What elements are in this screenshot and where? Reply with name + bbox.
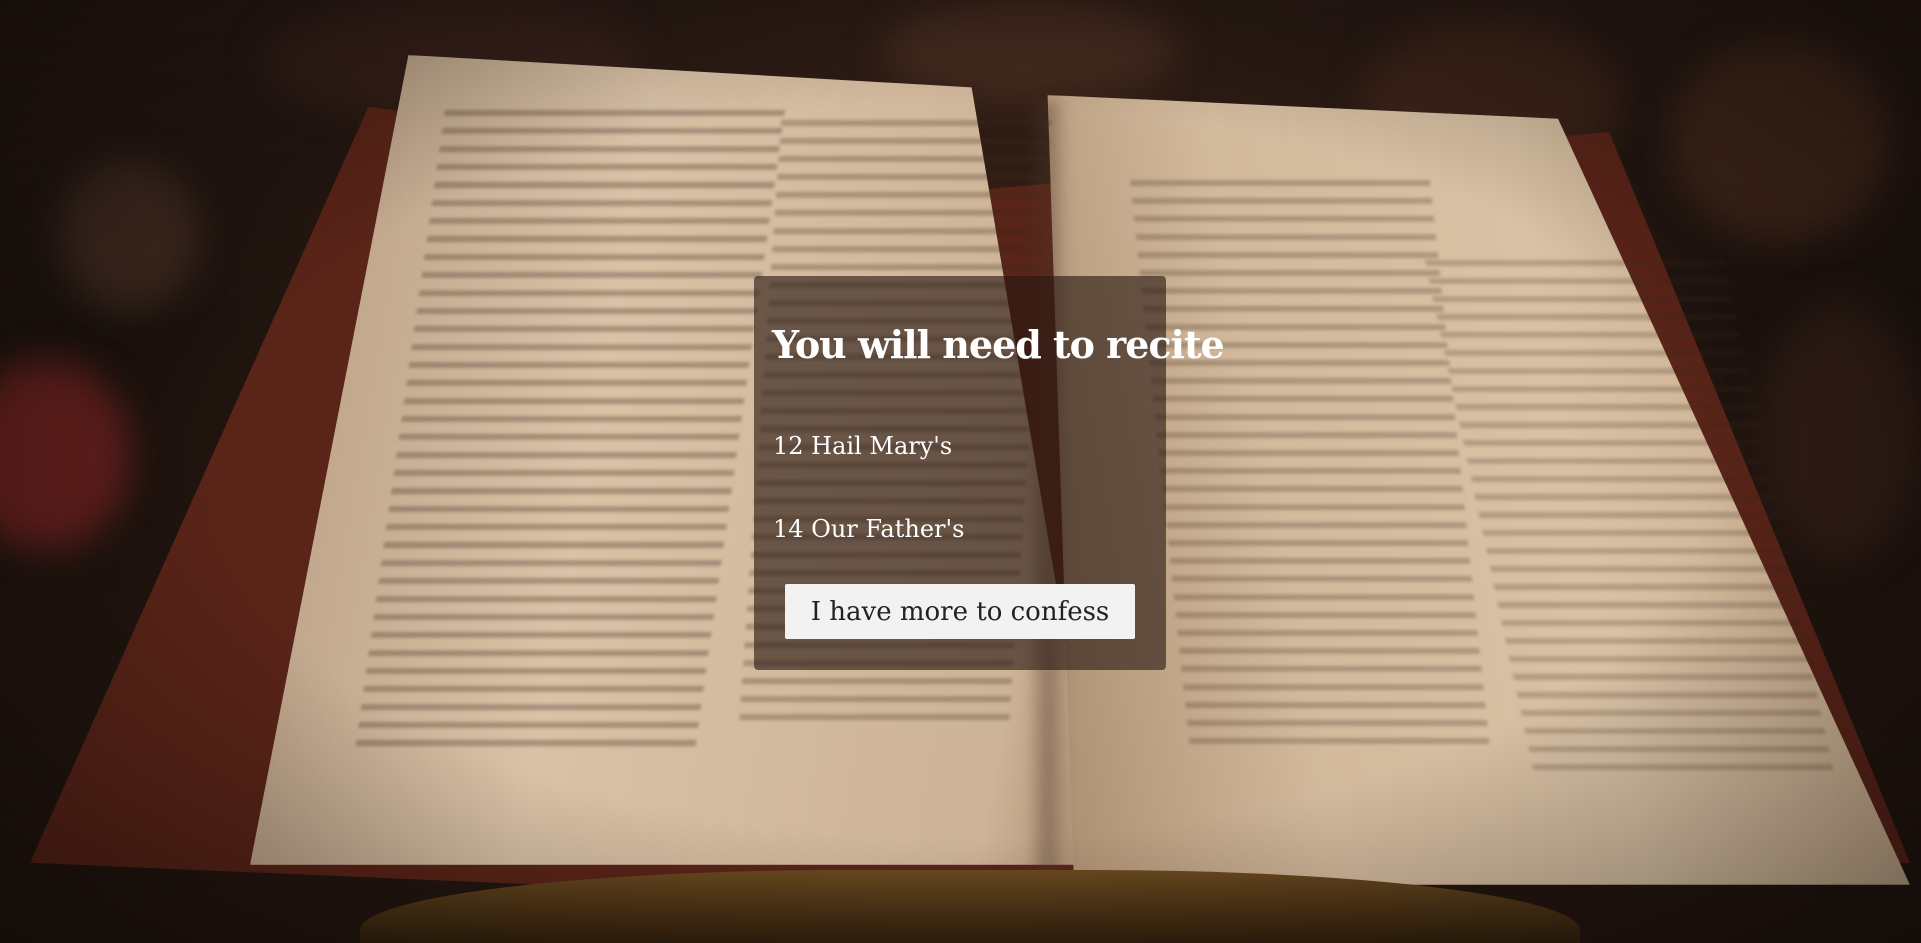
dialog-title: You will need to recite: [772, 322, 1225, 367]
penance-item-our-father: 14 Our Father's: [773, 515, 965, 543]
penance-dialog: You will need to recite 12 Hail Mary's 1…: [754, 276, 1225, 670]
penance-item-hail-mary: 12 Hail Mary's: [773, 432, 953, 460]
confess-more-button[interactable]: I have more to confess: [785, 584, 1135, 639]
